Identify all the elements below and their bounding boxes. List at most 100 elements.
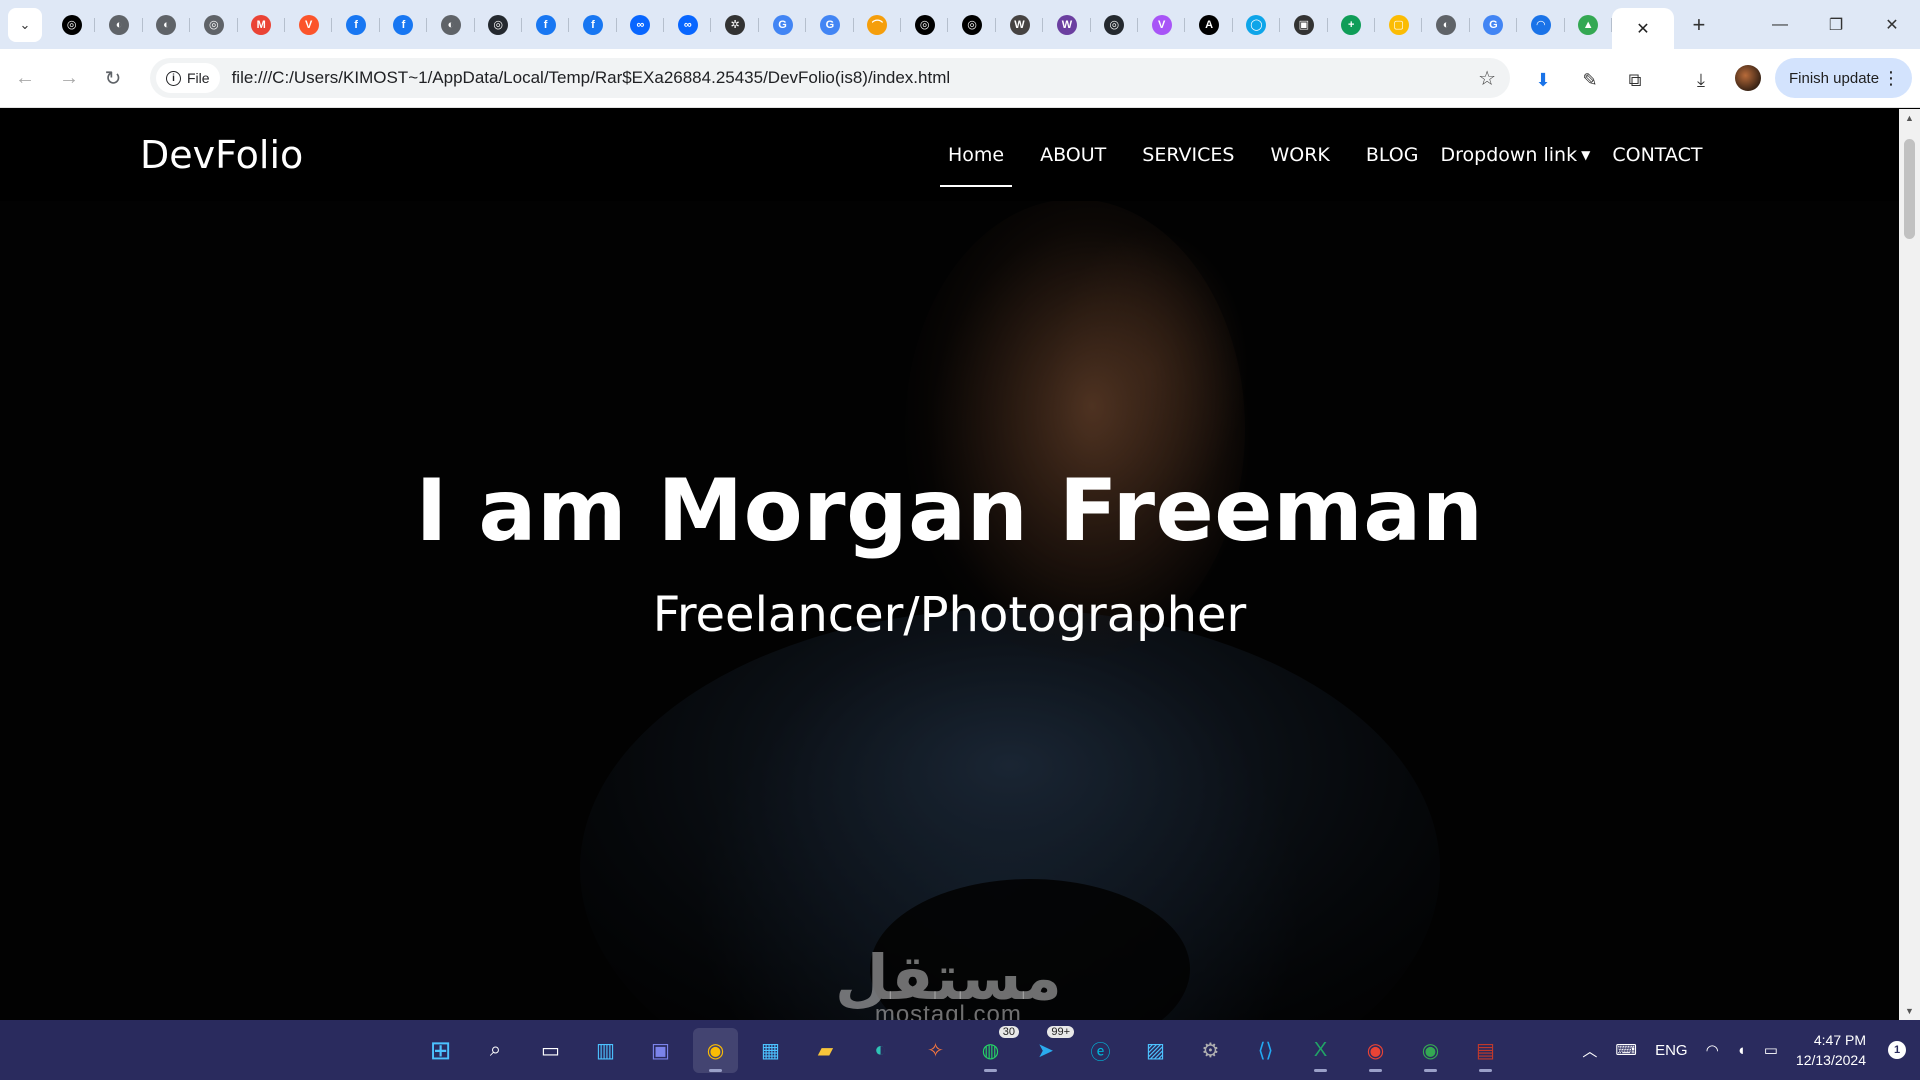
browser-tab[interactable]: G [806,8,855,42]
settings-button[interactable]: ⚙ [1188,1028,1233,1073]
winrar-button[interactable]: ▤ [1463,1028,1508,1073]
browser-tab[interactable]: ◯ [1233,8,1281,42]
battery-icon[interactable]: ▭ [1764,1041,1778,1059]
excel-button[interactable]: X [1298,1028,1343,1073]
browser-tab[interactable]: ▢ [1375,8,1423,42]
nav-dropdown[interactable]: Dropdown link ▼ [1436,109,1594,201]
edge-dev-button[interactable]: ⓔ [1078,1028,1123,1073]
close-tab-icon[interactable]: ✕ [1636,19,1649,39]
chat-icon: ▣ [651,1040,670,1062]
nav-work[interactable]: WORK [1252,109,1347,201]
browser-tab[interactable]: ▣ [1280,8,1328,42]
browser-tab[interactable]: ∞ [617,8,665,42]
chrome-profile-p-button[interactable]: ◉ [1408,1028,1453,1073]
browser-tab[interactable]: ◐ [95,8,144,42]
browser-tab[interactable]: ◎ [948,8,997,42]
watermark-arabic: مستقل [835,941,1062,1014]
scroll-down-icon[interactable]: ▼ [1899,1002,1920,1020]
new-tab-button[interactable]: + [1682,8,1716,42]
browser-tab[interactable]: A [1185,8,1234,42]
scrollbar-thumb[interactable] [1904,139,1915,239]
vscode-button[interactable]: ⟨⟩ [1243,1028,1288,1073]
widgets-button[interactable]: ▥ [583,1028,628,1073]
finish-update-button[interactable]: Finish update ⋮ [1775,58,1912,98]
browser-tab[interactable]: V [285,8,333,42]
browser-tab[interactable]: f [380,8,428,42]
browser-tab[interactable]: ◐ [1422,8,1471,42]
bookmark-star-icon[interactable]: ☆ [1478,66,1496,91]
browser-tab[interactable]: V [1138,8,1186,42]
browser-tab[interactable]: ◎ [1091,8,1139,42]
clock[interactable]: 4:47 PM 12/13/2024 [1796,1030,1866,1070]
compass-icon: ✧ [927,1040,944,1062]
page-scrollbar[interactable]: ▲ ▼ [1899,109,1920,1020]
photos-button[interactable]: ▨ [1133,1028,1178,1073]
browser-tab[interactable]: ◠ [1517,8,1565,42]
forward-button[interactable]: → [50,59,88,97]
start-button[interactable]: ⊞ [418,1028,463,1073]
brave-taskbar-button[interactable]: ✧ [913,1028,958,1073]
nav-home[interactable]: Home [930,109,1022,201]
browser-tab[interactable]: G [1470,8,1518,42]
scroll-up-icon[interactable]: ▲ [1899,109,1920,127]
browser-tab[interactable]: W [996,8,1044,42]
browser-tab[interactable]: ▲ [1565,8,1613,42]
store-button[interactable]: ▦ [748,1028,793,1073]
back-button[interactable]: ← [6,59,44,97]
browser-tab[interactable]: ◐ [143,8,191,42]
browser-tab[interactable]: ◎ [190,8,238,42]
volume-icon[interactable]: ◖ [1737,1042,1746,1059]
url-text[interactable]: file:///C:/Users/KIMOST~1/AppData/Local/… [232,68,951,88]
minimize-button[interactable]: — [1752,0,1808,49]
address-bar[interactable]: i File file:///C:/Users/KIMOST~1/AppData… [150,58,1510,98]
edge-button[interactable]: ◐ [858,1028,903,1073]
nav-about[interactable]: ABOUT [1022,109,1124,201]
language-indicator[interactable]: ENG [1655,1042,1688,1059]
browser-tab[interactable]: ⌒ [854,8,902,42]
download-extension-icon[interactable]: ⬇ [1531,68,1555,92]
downloads-icon[interactable]: ⤓ [1689,68,1713,92]
chrome-taskbar-button[interactable]: ◉ [693,1028,738,1073]
browser-tab[interactable]: ◎ [475,8,523,42]
browser-tab[interactable]: ∞ [664,8,712,42]
browser-tab[interactable]: W [1043,8,1091,42]
task-view-button[interactable]: ▭ [528,1028,573,1073]
arrow-left-icon: ← [15,66,35,89]
browser-tab[interactable]: G [759,8,807,42]
browser-tab[interactable]: ◐ [427,8,475,42]
browser-tab[interactable]: M [238,8,286,42]
reload-button[interactable]: ↻ [94,59,132,97]
google-icon: G [1483,14,1504,35]
browser-tab[interactable]: f [569,8,618,42]
wifi-icon[interactable]: ◠ [1706,1041,1719,1059]
tab-search-button[interactable]: ⌄ [8,7,42,42]
site-logo[interactable]: DevFolio [140,133,303,177]
browser-tab[interactable]: ◎ [901,8,949,42]
nav-services[interactable]: SERVICES [1124,109,1252,201]
profile-avatar[interactable] [1735,65,1761,91]
browser-tab[interactable]: ◎ [48,8,96,42]
eyedropper-icon[interactable]: ✎ [1578,68,1602,92]
nav-blog[interactable]: BLOG [1348,109,1437,201]
browser-tab-strip: ⌄ ◎ ◐ ◐ ◎ M Vf f ◐ ◎ f f ∞ ∞ ✲ G G ⌒ ◎ ◎ W W ◎ V A ◯ ▣ + ▢ ◐ G ◠ ▲ ✕ + —… [0,0,1920,49]
telegram-button[interactable]: ➤ 99+ [1023,1026,1074,1073]
browser-tab[interactable]: f [522,8,570,42]
extensions-puzzle-icon[interactable]: ⧉ [1623,68,1647,92]
site-menu: Home ABOUT SERVICES WORK BLOG Dropdown l… [930,109,1720,201]
file-explorer-button[interactable]: ▰ [803,1028,848,1073]
teams-chat-button[interactable]: ▣ [638,1028,683,1073]
browser-tab[interactable]: ✲ [711,8,760,42]
restore-button[interactable]: ❐ [1808,0,1864,49]
nav-contact[interactable]: CONTACT [1594,109,1720,201]
chevron-up-icon[interactable]: ︿ [1582,1040,1597,1061]
close-window-button[interactable]: ✕ [1864,0,1920,49]
notification-badge[interactable]: 1 [1888,1041,1906,1059]
browser-tab[interactable]: + [1328,8,1376,42]
keyboard-icon[interactable]: ⌨ [1615,1041,1637,1059]
chrome-profile-a-button[interactable]: ◉ [1353,1028,1398,1073]
active-tab[interactable]: ✕ [1611,8,1674,49]
browser-tab[interactable]: f [332,8,381,42]
search-button[interactable]: ⌕ [473,1028,518,1073]
site-info-chip[interactable]: i File [156,63,220,93]
whatsapp-button[interactable]: ◍ 30 [968,1026,1019,1073]
